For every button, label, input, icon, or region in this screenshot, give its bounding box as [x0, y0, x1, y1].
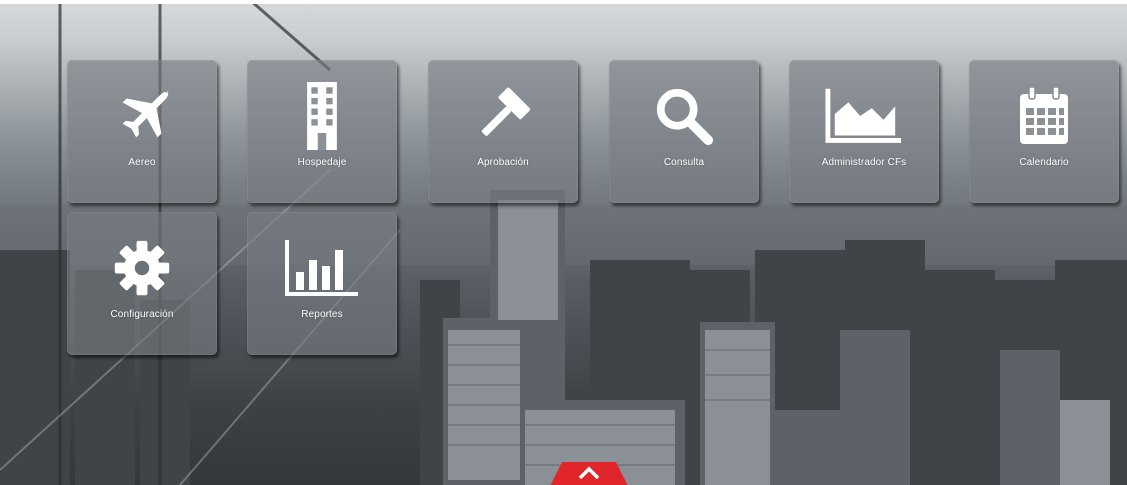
building-icon	[248, 82, 396, 150]
tile-consulta[interactable]: Consulta	[609, 60, 759, 203]
tile-label: Calendario	[1019, 157, 1069, 168]
menu-screen: Aereo Hospedaje Aprobación Consulta Admi…	[0, 0, 1127, 485]
calendar-icon	[970, 83, 1118, 149]
tile-aereo[interactable]: Aereo	[67, 60, 217, 203]
tile-label: Consulta	[663, 157, 705, 168]
tile-calendario[interactable]: Calendario	[969, 60, 1119, 203]
tile-label: Configuración	[110, 309, 174, 320]
area-chart-icon	[790, 83, 938, 149]
tile-label: Hospedaje	[297, 157, 347, 168]
bar-chart-icon	[248, 235, 396, 301]
tile-label: Aereo	[128, 157, 156, 168]
gear-icon	[68, 235, 216, 301]
tile-label: Aprobación	[477, 157, 529, 168]
tile-hospedaje[interactable]: Hospedaje	[247, 60, 397, 203]
chevron-up-icon	[547, 466, 631, 480]
tile-configuracion[interactable]: Configuración	[67, 212, 217, 355]
gavel-icon	[429, 83, 577, 149]
search-icon	[610, 83, 758, 149]
tile-label: Administrador CFs	[821, 157, 907, 168]
tile-label: Reportes	[301, 309, 343, 320]
airplane-icon	[68, 83, 216, 149]
tile-administrador-cfs[interactable]: Administrador CFs	[789, 60, 939, 203]
tile-aprobacion[interactable]: Aprobación	[428, 60, 578, 203]
tile-reportes[interactable]: Reportes	[247, 212, 397, 355]
